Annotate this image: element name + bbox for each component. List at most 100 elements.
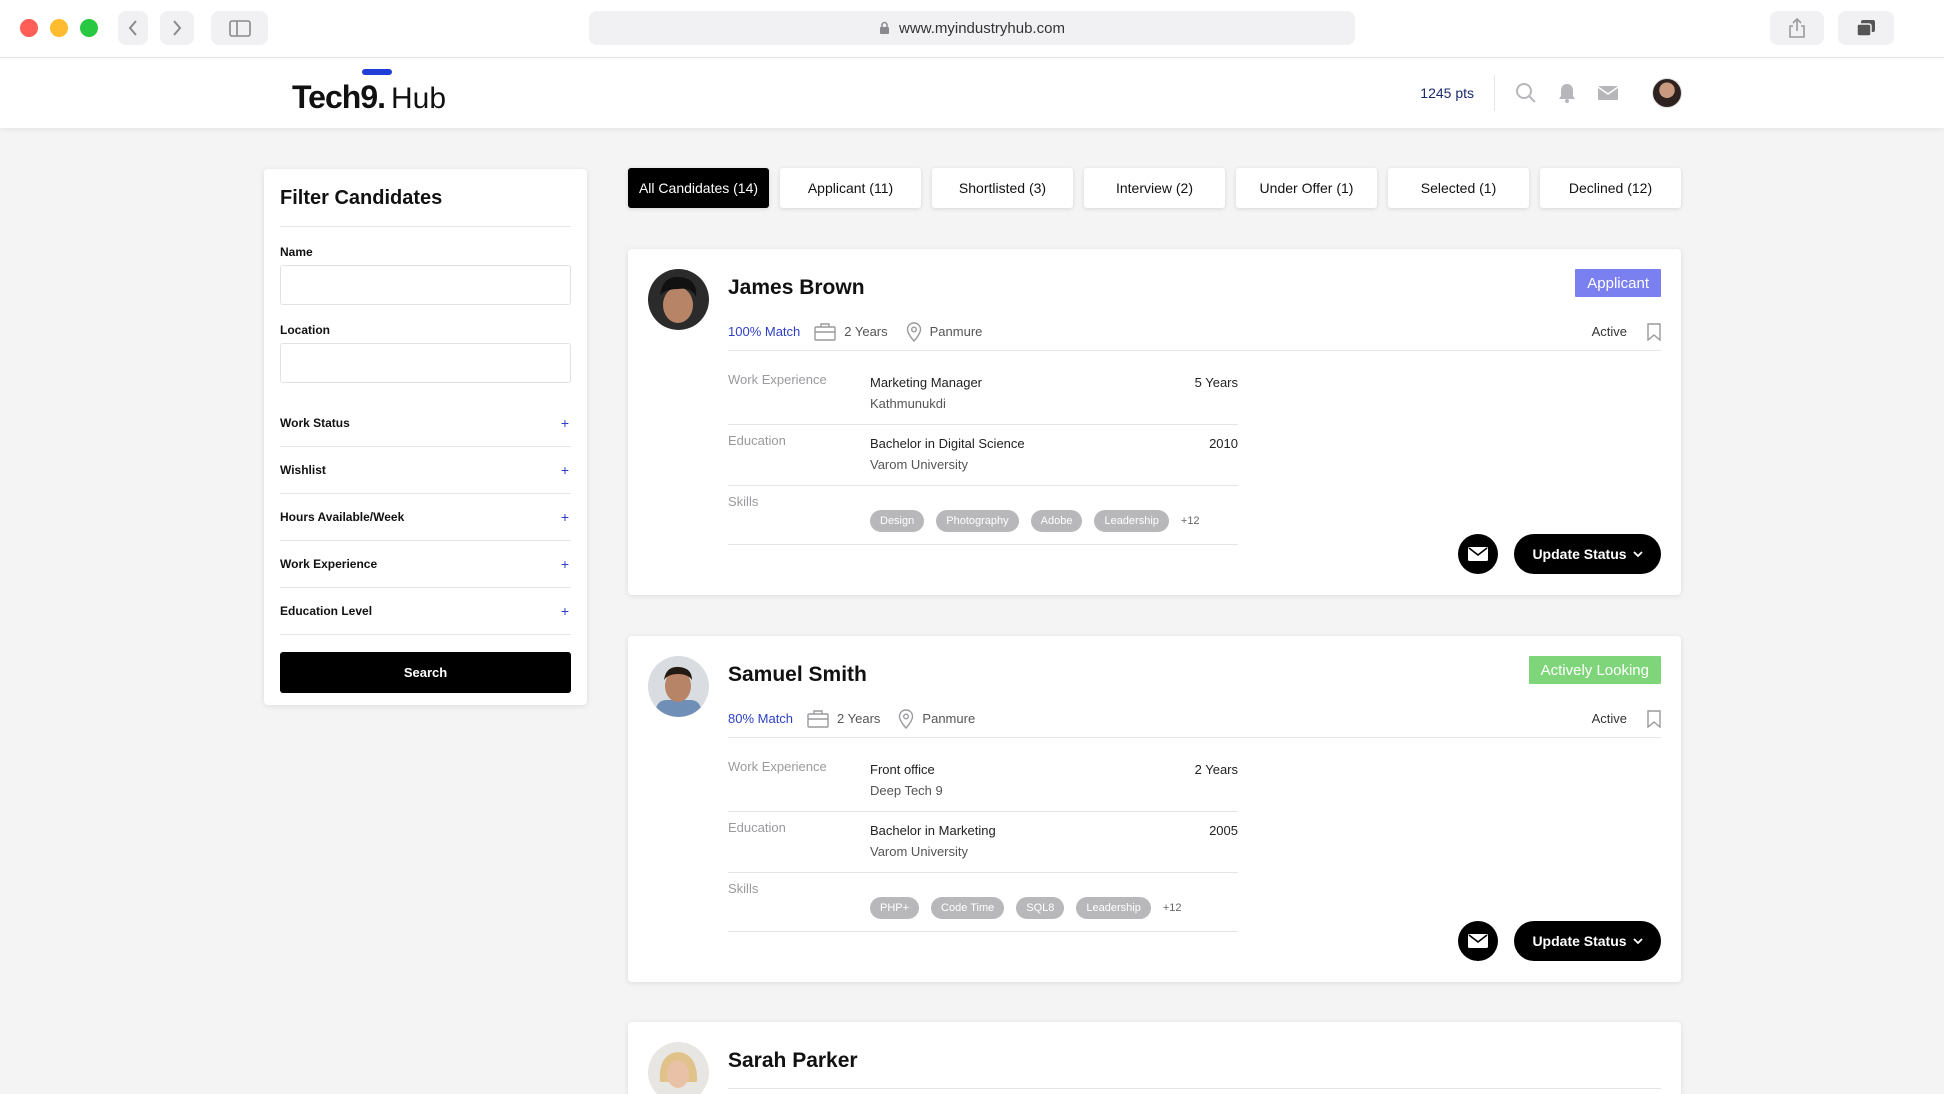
header-actions: 1245 pts (1420, 75, 1682, 111)
filter-section-label: Work Status (280, 416, 350, 430)
activity-status: Active (1591, 324, 1627, 339)
briefcase-icon (814, 322, 836, 341)
section-label: Skills (728, 494, 759, 509)
company-name: Kathmunukdi (870, 396, 946, 411)
match-score: 80% Match (728, 711, 794, 726)
forward-button[interactable] (160, 11, 194, 45)
lock-icon (880, 21, 890, 34)
header-divider (1494, 75, 1495, 111)
plus-icon[interactable]: + (561, 603, 569, 619)
skill-chip: Leadership (1094, 510, 1169, 532)
maximize-window-button[interactable] (80, 19, 98, 37)
degree-name: Bachelor in Digital Science (870, 436, 1025, 451)
candidate-name[interactable]: Samuel Smith (728, 663, 867, 687)
tab-under-offer[interactable]: Under Offer (1) (1236, 168, 1377, 208)
tab-interview[interactable]: Interview (2) (1084, 168, 1225, 208)
filter-section-hours[interactable]: Hours Available/Week + (280, 494, 571, 541)
experience-info: 2 Years (807, 709, 881, 728)
plus-icon[interactable]: + (561, 415, 569, 431)
activity-status: Active (1591, 711, 1627, 726)
update-status-button[interactable]: Update Status (1514, 921, 1661, 961)
education-section: Education Bachelor in Marketing Varom Un… (728, 812, 1238, 873)
bell-icon[interactable] (1556, 82, 1578, 104)
update-status-label: Update Status (1532, 933, 1627, 949)
experience-years: 2 Years (844, 324, 888, 339)
share-button[interactable] (1770, 11, 1824, 45)
tab-all-candidates[interactable]: All Candidates (14) (628, 168, 769, 208)
message-button[interactable] (1458, 534, 1498, 574)
browser-toolbar: www.myindustryhub.com (0, 0, 1944, 58)
sidebar-toggle-button[interactable] (211, 11, 268, 45)
candidate-name[interactable]: James Brown (728, 276, 865, 300)
close-window-button[interactable] (20, 19, 38, 37)
app-header: Tech9. Hub 1245 pts (0, 58, 1944, 128)
divider (728, 1088, 1661, 1089)
location-info: Panmure (898, 708, 976, 729)
status-tabs: All Candidates (14) Applicant (11) Short… (628, 168, 1681, 208)
section-label: Education (728, 820, 786, 835)
chevron-left-icon (128, 20, 137, 36)
chevron-down-icon (1632, 937, 1643, 944)
search-icon[interactable] (1515, 82, 1537, 104)
filter-section-work-experience[interactable]: Work Experience + (280, 541, 571, 588)
filter-section-work-status[interactable]: Work Status + (280, 400, 571, 447)
minimize-window-button[interactable] (50, 19, 68, 37)
company-name: Deep Tech 9 (870, 783, 943, 798)
filter-section-education-level[interactable]: Education Level + (280, 588, 571, 635)
location-text: Panmure (929, 324, 983, 339)
user-avatar[interactable] (1652, 78, 1682, 108)
back-button[interactable] (118, 11, 148, 45)
filter-panel: Filter Candidates Name Location Work Sta… (264, 169, 587, 705)
filter-section-wishlist[interactable]: Wishlist + (280, 447, 571, 494)
message-button[interactable] (1458, 921, 1498, 961)
name-input[interactable] (280, 265, 571, 305)
candidate-details: Work Experience Front office Deep Tech 9… (728, 751, 1238, 932)
location-text: Panmure (922, 711, 976, 726)
more-skills-count[interactable]: +12 (1181, 515, 1200, 527)
tabs-icon (1856, 20, 1875, 37)
mail-icon[interactable] (1597, 82, 1619, 104)
candidate-name[interactable]: Sarah Parker (728, 1049, 858, 1073)
logo-accent (362, 69, 392, 75)
plus-icon[interactable]: + (561, 556, 569, 572)
map-pin-icon (906, 321, 921, 342)
bookmark-icon[interactable] (1647, 322, 1661, 341)
candidate-meta: 80% Match 2 Years Panmure Active (728, 700, 1661, 738)
candidate-avatar[interactable] (648, 269, 709, 330)
degree-name: Bachelor in Marketing (870, 823, 996, 838)
education-section: Education Bachelor in Digital Science Va… (728, 425, 1238, 486)
candidate-avatar[interactable] (648, 1042, 709, 1094)
tab-applicant[interactable]: Applicant (11) (780, 168, 921, 208)
school-name: Varom University (870, 844, 969, 859)
match-score: 100% Match (728, 324, 801, 339)
candidate-avatar[interactable] (648, 656, 709, 717)
points-counter: 1245 pts (1420, 85, 1474, 101)
tabs-overview-button[interactable] (1838, 11, 1894, 45)
skill-chip: Adobe (1030, 510, 1083, 532)
filter-title: Filter Candidates (280, 169, 571, 227)
section-label: Education (728, 433, 786, 448)
tab-selected[interactable]: Selected (1) (1388, 168, 1529, 208)
job-duration: 5 Years (1194, 375, 1238, 390)
location-label: Location (280, 323, 330, 337)
location-input[interactable] (280, 343, 571, 383)
logo[interactable]: Tech9. Hub (292, 69, 446, 116)
tab-shortlisted[interactable]: Shortlisted (3) (932, 168, 1073, 208)
tab-declined[interactable]: Declined (12) (1540, 168, 1681, 208)
logo-main: Tech9. (292, 79, 386, 115)
search-button[interactable]: Search (280, 652, 571, 693)
plus-icon[interactable]: + (561, 509, 569, 525)
plus-icon[interactable]: + (561, 462, 569, 478)
update-status-button[interactable]: Update Status (1514, 534, 1661, 574)
skill-chip: Photography (936, 510, 1019, 532)
address-bar[interactable]: www.myindustryhub.com (589, 11, 1355, 45)
experience-years: 2 Years (837, 711, 881, 726)
more-skills-count[interactable]: +12 (1163, 902, 1182, 914)
map-pin-icon (899, 708, 914, 729)
job-duration: 2 Years (1194, 762, 1238, 777)
candidate-meta: 100% Match 2 Years Panmure Active (728, 313, 1661, 351)
bookmark-icon[interactable] (1647, 709, 1661, 728)
candidate-card: Sarah Parker (628, 1022, 1681, 1094)
mail-icon (1468, 934, 1488, 948)
filter-section-label: Hours Available/Week (280, 510, 405, 524)
